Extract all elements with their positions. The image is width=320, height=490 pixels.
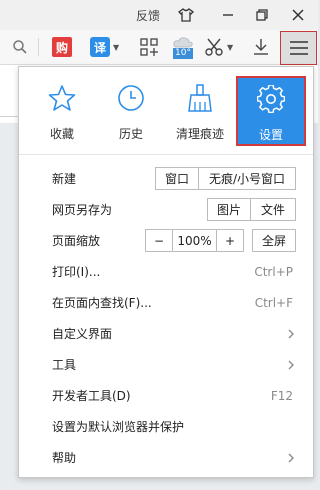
tools-item[interactable]: 工具 [19, 350, 313, 380]
hamburger-icon [289, 41, 308, 55]
tools-label: 工具 [52, 358, 77, 372]
new-private-window-button[interactable]: 无痕/小号窗口 [199, 167, 296, 190]
favorites-label: 收藏 [49, 127, 74, 141]
chevron-right-icon [288, 329, 294, 339]
save-file-button[interactable]: 文件 [251, 198, 296, 221]
zoom-label: 页面缩放 [52, 234, 101, 248]
customize-item[interactable]: 自定义界面 [19, 319, 313, 349]
settings-item[interactable]: 设置 [236, 76, 306, 146]
zoom-in-button[interactable]: + [217, 229, 244, 252]
find-label: 在页面内查找(F)... [52, 296, 152, 310]
weather-widget[interactable]: 10° [170, 35, 196, 59]
shopping-button[interactable]: 购 [52, 35, 72, 59]
help-item[interactable]: 帮助 [19, 443, 313, 473]
save-as-row: 网页另存为 图片 文件 [19, 195, 313, 225]
page-divider [0, 116, 18, 117]
quick-actions: 收藏 历史 清理痕迹 设置 [19, 67, 313, 153]
default-browser-item[interactable]: 设置为默认浏览器并保护 [19, 412, 313, 442]
chevron-down-icon[interactable]: ▼ [227, 43, 233, 52]
settings-label: 设置 [258, 128, 283, 142]
save-image-button[interactable]: 图片 [207, 198, 251, 221]
weather-temp: 10° [173, 47, 193, 59]
apps-icon[interactable] [138, 35, 160, 59]
find-shortcut: Ctrl+F [254, 296, 293, 310]
new-row: 新建 窗口 无痕/小号窗口 [19, 164, 313, 194]
chevron-right-icon [288, 453, 294, 463]
devtools-item[interactable]: 开发者工具(D) F12 [19, 381, 313, 411]
screenshot-button[interactable]: ▼ [204, 35, 233, 59]
translate-icon: 译 [90, 37, 110, 57]
restore-button[interactable] [252, 5, 272, 25]
close-button[interactable] [288, 5, 308, 25]
zoom-level: 100% [173, 229, 217, 252]
find-item[interactable]: 在页面内查找(F)... Ctrl+F [19, 288, 313, 318]
clear-traces-label: 清理痕迹 [175, 127, 224, 141]
clock-icon [116, 83, 146, 113]
print-item[interactable]: 打印(I)... Ctrl+P [19, 257, 313, 287]
chevron-down-icon[interactable]: ▼ [113, 43, 119, 52]
save-as-label: 网页另存为 [52, 203, 113, 217]
toolbar: 购 译 ▼ 10° ▼ [0, 30, 318, 65]
clear-traces-item[interactable]: 清理痕迹 [167, 77, 233, 147]
new-label: 新建 [52, 172, 77, 186]
feedback-link[interactable]: 反馈 [136, 7, 160, 24]
scissors-icon [205, 38, 223, 56]
minimize-button[interactable] [218, 5, 238, 25]
chevron-right-icon [288, 360, 294, 370]
skin-icon[interactable] [176, 5, 196, 25]
new-window-button[interactable]: 窗口 [155, 167, 199, 190]
default-browser-label: 设置为默认浏览器并保护 [52, 420, 185, 434]
customize-label: 自定义界面 [52, 327, 113, 341]
download-icon[interactable] [250, 35, 272, 59]
print-label: 打印(I)... [52, 265, 101, 279]
help-label: 帮助 [52, 451, 77, 465]
cloud-icon [173, 36, 193, 47]
broom-icon [185, 83, 215, 113]
devtools-label: 开发者工具(D) [52, 389, 131, 403]
toolbar-divider [38, 38, 39, 56]
shopping-icon: 购 [52, 37, 72, 57]
main-menu: 收藏 历史 清理痕迹 设置 新建 窗口 无痕/小号窗口 网页另存为 图片 文件 … [18, 66, 314, 478]
zoom-row: 页面缩放 − 100% + 全屏 [19, 226, 313, 256]
search-icon[interactable] [10, 35, 30, 59]
fullscreen-button[interactable]: 全屏 [252, 229, 296, 252]
title-bar: 反馈 [0, 0, 318, 30]
devtools-shortcut: F12 [270, 389, 293, 403]
zoom-out-button[interactable]: − [145, 229, 173, 252]
history-item[interactable]: 历史 [98, 77, 164, 147]
print-shortcut: Ctrl+P [254, 265, 293, 279]
translate-button[interactable]: 译 ▼ [90, 35, 119, 59]
history-label: 历史 [118, 127, 143, 141]
gear-icon [256, 84, 286, 114]
star-icon [47, 83, 77, 113]
menu-divider [19, 154, 313, 155]
favorites-item[interactable]: 收藏 [29, 77, 95, 147]
main-menu-button[interactable] [280, 31, 317, 65]
